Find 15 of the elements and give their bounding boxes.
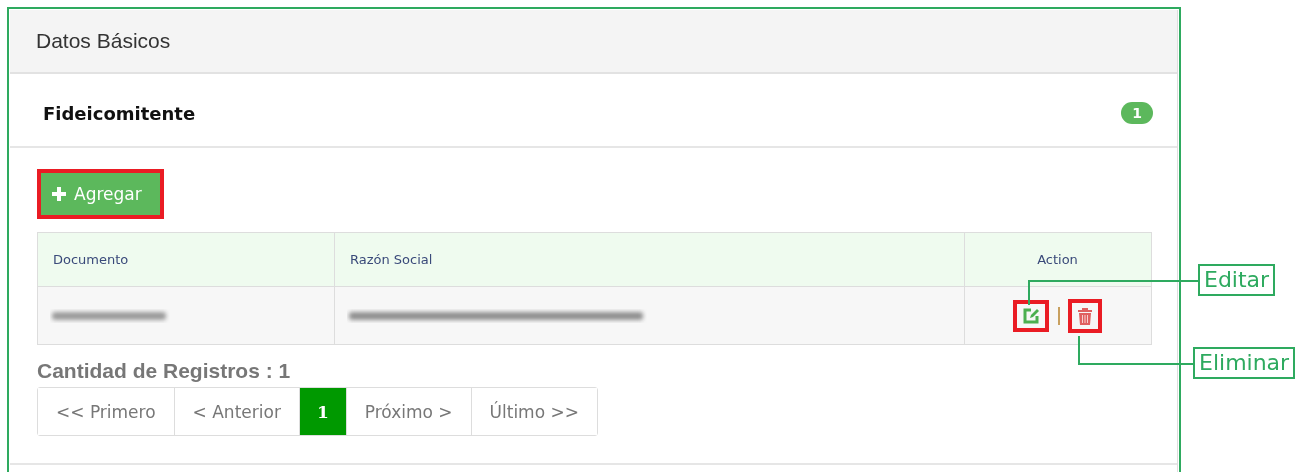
column-header: Documento [37,232,335,287]
trash-icon[interactable] [1076,305,1093,326]
page-button[interactable]: 1 [299,388,347,435]
count-badge: 1 [1121,102,1153,124]
panel-title: Datos Básicos [36,29,171,53]
add-button[interactable]: Agregar [41,173,160,215]
callout-label: Eliminar [1193,347,1296,379]
section-title: Fideicomitente [43,102,196,124]
column-header: Razón Social [334,232,965,287]
record-count: Cantidad de Registros : 1 [37,359,292,383]
page-button[interactable]: << Primero [38,388,175,435]
callout-label: Editar [1198,264,1276,296]
plus-icon [51,186,67,202]
edit-icon[interactable] [1022,306,1041,325]
column-header: Action [964,232,1152,287]
